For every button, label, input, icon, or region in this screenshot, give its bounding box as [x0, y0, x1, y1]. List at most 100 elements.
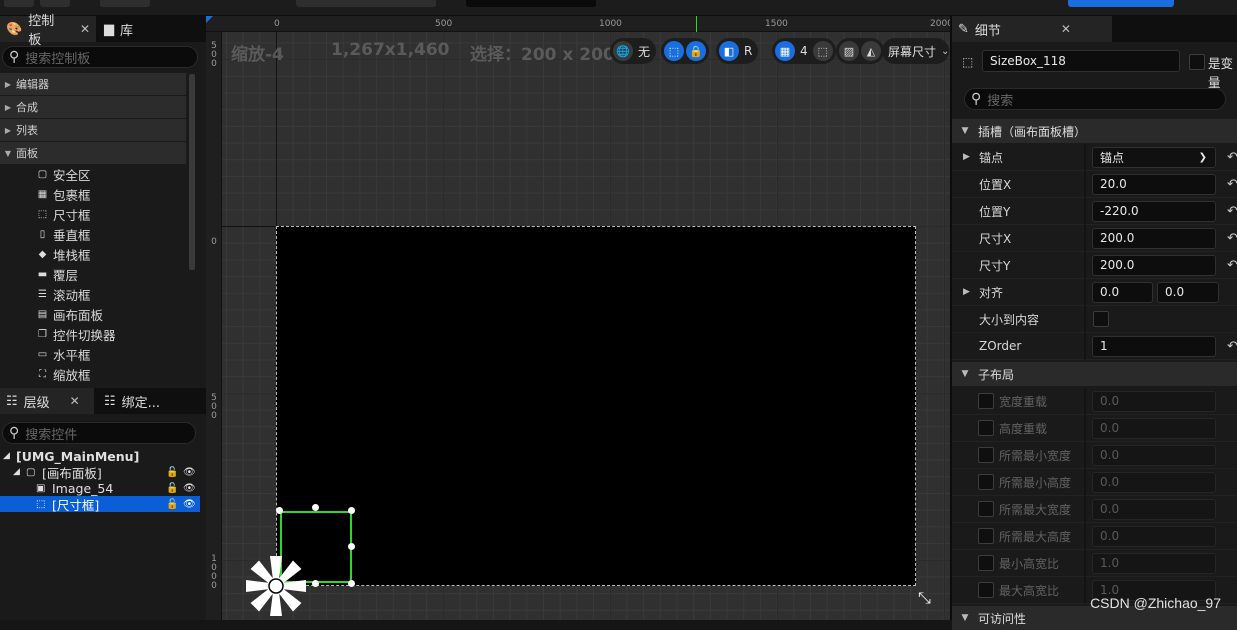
toolbar-button[interactable]: [100, 0, 150, 7]
toolbar-primary-button[interactable]: [1068, 0, 1174, 7]
resize-canvas-icon[interactable]: ⤡: [918, 588, 931, 608]
flip-icon[interactable]: ◭: [861, 41, 881, 61]
palette-item-safe-zone[interactable]: ▢安全区: [36, 164, 91, 184]
palette-item-canvas-panel[interactable]: ▤画布面板: [36, 304, 103, 324]
category-list[interactable]: ▶列表: [0, 119, 186, 141]
resize-handle[interactable]: [276, 507, 283, 514]
max-desired-height-input[interactable]: 0.0: [1092, 526, 1216, 547]
eye-icon[interactable]: 👁: [183, 499, 196, 510]
reset-icon[interactable]: ↶: [1227, 177, 1237, 192]
ruler-horizontal: 0 500 1000 1500 2000: [206, 16, 950, 32]
palette-scrollbar[interactable]: [189, 74, 195, 270]
tab-details[interactable]: ✎ 细节 ✕: [952, 16, 1112, 42]
reset-icon[interactable]: ↶: [1227, 150, 1237, 165]
screen-size-dropdown[interactable]: 屏幕尺寸 ⌄: [882, 38, 949, 64]
reset-icon[interactable]: ↶: [1227, 204, 1237, 219]
alignment-x-input[interactable]: 0.0: [1092, 282, 1153, 303]
resize-handle[interactable]: [312, 580, 319, 587]
widget-name-input[interactable]: SizeBox_118: [982, 50, 1180, 72]
eye-icon[interactable]: 👁: [183, 483, 196, 494]
lock-icon[interactable]: 🔓: [166, 467, 178, 478]
min-desired-height-input[interactable]: 0.0: [1092, 472, 1216, 493]
palette-item-size-box[interactable]: ⬚尺寸框: [36, 204, 91, 224]
palette-item-overlay[interactable]: ▬覆层: [36, 264, 78, 284]
globe-icon[interactable]: 🌐: [613, 41, 633, 61]
palette-item-stack-box[interactable]: ◆堆栈框: [36, 244, 91, 264]
hierarchy-item-size-box[interactable]: ⬚ [尺寸框] 🔓 👁: [0, 496, 200, 512]
override-checkbox[interactable]: [978, 447, 994, 463]
reset-icon[interactable]: ↶: [1227, 339, 1237, 354]
palette-item-widget-switcher[interactable]: ❐控件切换器: [36, 324, 116, 344]
toolbar-button[interactable]: [40, 0, 70, 7]
lock-icon[interactable]: 🔓: [166, 499, 178, 510]
lock-icon[interactable]: 🔒: [686, 41, 706, 61]
palette-item-scale-box[interactable]: ⛶缩放框: [36, 364, 91, 384]
dotted-box-icon[interactable]: ⬚: [664, 41, 684, 61]
toolbar-button-group[interactable]: [296, 0, 436, 7]
size-y-input[interactable]: 200.0: [1092, 255, 1216, 276]
override-checkbox[interactable]: [978, 501, 994, 517]
size-to-content-checkbox[interactable]: [1093, 311, 1109, 327]
category-composite[interactable]: ▶合成: [0, 96, 186, 118]
image-preview-icon[interactable]: ▨: [839, 41, 859, 61]
tab-bindings[interactable]: ☷ 绑定...: [98, 388, 198, 414]
details-search-input[interactable]: ⚲ 搜索: [964, 88, 1226, 110]
toolbar-button[interactable]: [4, 0, 34, 7]
anchor-icon[interactable]: [244, 554, 308, 618]
size-x-input[interactable]: 200.0: [1092, 228, 1216, 249]
anchor-dropdown[interactable]: 锚点 ❯: [1092, 147, 1216, 168]
resize-handle[interactable]: [348, 543, 355, 550]
lock-icon[interactable]: 🔓: [166, 483, 178, 494]
tab-library[interactable]: ▆ 库: [98, 16, 168, 42]
position-x-input[interactable]: 20.0: [1092, 174, 1216, 195]
palette-item-wrap-box[interactable]: ▦包裹框: [36, 184, 91, 204]
override-checkbox[interactable]: [978, 555, 994, 571]
tab-palette[interactable]: 🎨 控制板 ✕: [0, 16, 96, 42]
tab-hierarchy[interactable]: ☷ 层级 ✕: [0, 388, 94, 414]
palette-item-horizontal-box[interactable]: ▭水平框: [36, 344, 91, 364]
palette-search-input[interactable]: ⚲ 搜索控制板: [2, 46, 198, 68]
grid-icon[interactable]: ▦: [775, 41, 795, 61]
close-icon[interactable]: ✕: [70, 394, 80, 408]
palette-item-vertical-box[interactable]: ▯垂直框: [36, 224, 91, 244]
hierarchy-item-image[interactable]: ▣ Image_54 🔓 👁: [0, 480, 200, 496]
respect-lock-icon[interactable]: ◧: [719, 41, 739, 61]
resize-handle[interactable]: [312, 504, 319, 511]
expand-arrow-icon[interactable]: ▶: [963, 287, 970, 297]
expand-arrow-icon[interactable]: ▶: [963, 152, 970, 162]
width-override-input[interactable]: 0.0: [1092, 391, 1216, 412]
category-editor[interactable]: ▶编辑器: [0, 73, 186, 95]
cursor-icon[interactable]: ⬚: [813, 41, 833, 61]
reset-icon[interactable]: ↶: [1227, 231, 1237, 246]
safe-zone-icon: ▢: [36, 168, 49, 181]
min-desired-width-input[interactable]: 0.0: [1092, 445, 1216, 466]
zorder-input[interactable]: 1: [1092, 336, 1216, 357]
override-checkbox[interactable]: [978, 474, 994, 490]
category-panel[interactable]: ▼面板: [0, 142, 186, 164]
resize-handle[interactable]: [348, 507, 355, 514]
palette-item-scroll-box[interactable]: ☰滚动框: [36, 284, 91, 304]
column-splitter: [1084, 252, 1086, 279]
height-override-input[interactable]: 0.0: [1092, 418, 1216, 439]
position-y-input[interactable]: -220.0: [1092, 201, 1216, 222]
alignment-y-input[interactable]: 0.0: [1157, 282, 1219, 303]
eye-icon[interactable]: 👁: [183, 467, 196, 478]
override-checkbox[interactable]: [978, 582, 994, 598]
toolbar-dropdown[interactable]: [466, 0, 596, 7]
canvas-screen-region[interactable]: [276, 226, 916, 586]
override-checkbox[interactable]: [978, 528, 994, 544]
section-child-layout[interactable]: ▼子布局: [952, 362, 1237, 386]
section-slot[interactable]: ▼插槽（画布面板槽）: [952, 119, 1237, 143]
reset-icon[interactable]: ↶: [1227, 258, 1237, 273]
designer-canvas[interactable]: 0 500 1000 1500 2000 500 0 500 1000 缩放-4…: [206, 16, 950, 620]
min-aspect-ratio-input[interactable]: 1.0: [1092, 553, 1216, 574]
override-checkbox[interactable]: [978, 393, 994, 409]
override-checkbox[interactable]: [978, 420, 994, 436]
close-icon[interactable]: ✕: [80, 22, 90, 36]
max-desired-width-input[interactable]: 0.0: [1092, 499, 1216, 520]
hierarchy-search-input[interactable]: ⚲ 搜索控件: [2, 422, 196, 444]
hierarchy-item-canvas-panel[interactable]: ◢ ▢ [画布面板] 🔓 👁: [0, 464, 200, 480]
resize-handle[interactable]: [348, 580, 355, 587]
close-icon[interactable]: ✕: [1061, 22, 1071, 36]
is-variable-checkbox[interactable]: [1189, 54, 1205, 70]
